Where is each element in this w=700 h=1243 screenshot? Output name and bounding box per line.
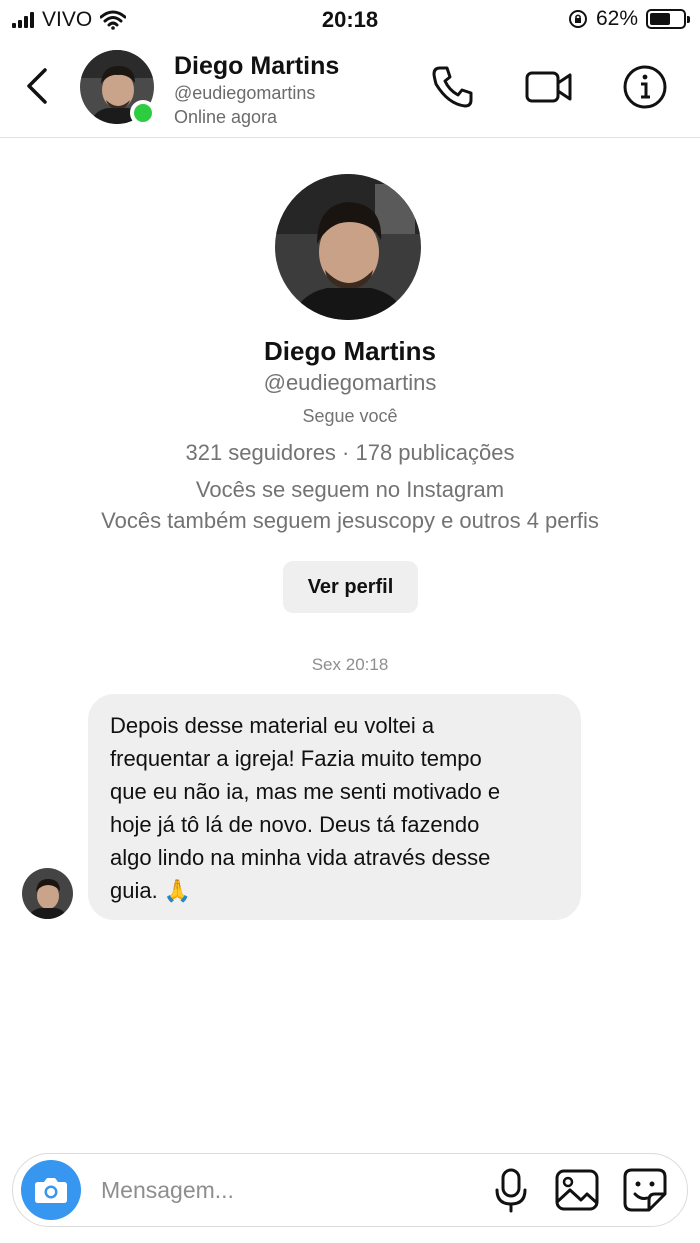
mutual-follow-text: Vocês se seguem no Instagram: [195, 477, 505, 502]
info-icon[interactable]: [620, 62, 670, 112]
image-icon[interactable]: [553, 1166, 601, 1214]
profile-handle: @eudiegomartins: [263, 370, 437, 395]
video-camera-icon[interactable]: [524, 62, 574, 112]
view-profile-button[interactable]: Ver perfil: [283, 561, 418, 613]
header-status: Online agora: [174, 107, 278, 127]
profile-name: Diego Martins: [264, 336, 436, 366]
mutual-accounts-text: Vocês também seguem jesuscopy e outros 4…: [101, 508, 599, 533]
message-composer: [12, 1153, 688, 1227]
message-avatar[interactable]: [22, 868, 73, 919]
message-input[interactable]: [101, 1174, 481, 1206]
message-line: que eu não ia, mas me senti motivado e: [110, 779, 501, 804]
battery-icon: [646, 9, 690, 29]
profile-stats: 321 seguidores · 178 publicações: [185, 440, 515, 465]
message-line: Depois desse material eu voltei a: [110, 713, 435, 738]
camera-button[interactable]: [21, 1160, 81, 1220]
header-avatar[interactable]: [80, 50, 156, 126]
header-name[interactable]: Diego Martins: [174, 52, 339, 81]
online-indicator: [130, 100, 156, 126]
message-line: algo lindo na minha vida através desse: [110, 845, 491, 870]
header-handle: @eudiegomartins: [174, 83, 316, 103]
camera-icon: [35, 1178, 67, 1203]
message-line: guia. 🙏: [110, 878, 192, 903]
status-right: 62%: [568, 7, 690, 31]
chat-header: Diego Martins @eudiegomartins Online ago…: [0, 40, 700, 138]
chevron-left-icon[interactable]: [18, 64, 58, 108]
sticker-icon[interactable]: [621, 1166, 669, 1214]
follows-you-label: Segue você: [302, 406, 398, 426]
battery-percent: 62%: [595, 7, 638, 30]
message-line: frequentar a igreja! Fazia muito tempo: [110, 746, 482, 771]
microphone-icon[interactable]: [487, 1166, 535, 1214]
message-timestamp: Sex 20:18: [311, 655, 389, 674]
message-bubble[interactable]: Depois desse material eu voltei a freque…: [88, 694, 581, 920]
status-bar: VIVO 20:18 62%: [0, 0, 700, 38]
message-line: hoje já tô lá de novo. Deus tá fazendo: [110, 812, 480, 837]
phone-icon[interactable]: [428, 62, 478, 112]
profile-avatar[interactable]: [275, 174, 421, 320]
rotation-lock-icon: [568, 10, 587, 28]
